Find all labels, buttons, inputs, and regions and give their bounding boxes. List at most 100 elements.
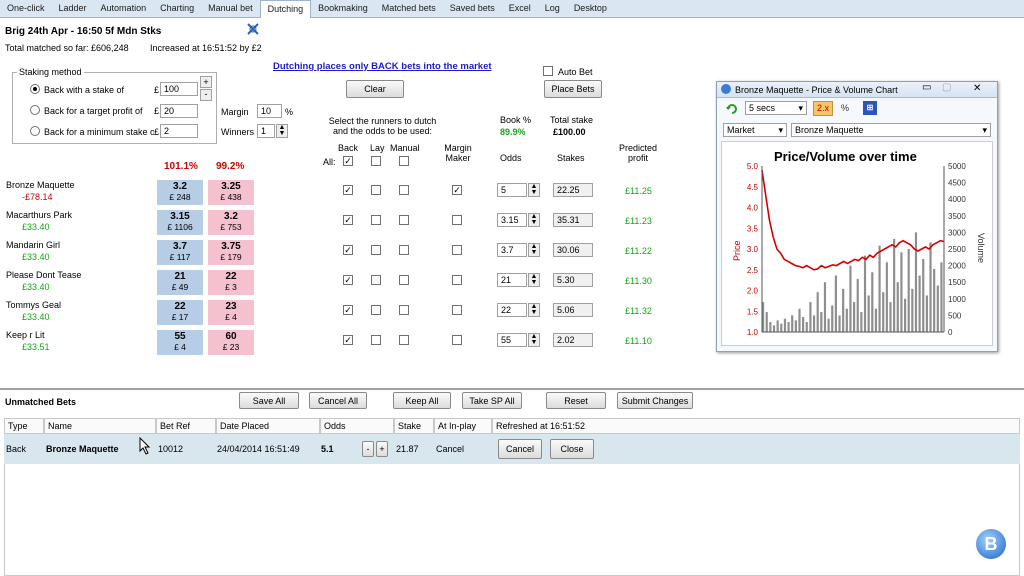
- minimize-icon[interactable]: ▭: [922, 82, 931, 93]
- clear-button[interactable]: Clear: [346, 80, 404, 98]
- stake-up-button[interactable]: +: [200, 76, 212, 88]
- winners-spinner[interactable]: ▲ ▼: [276, 124, 288, 138]
- min-stake-radio[interactable]: [30, 126, 40, 136]
- auto-bet-checkbox[interactable]: [543, 66, 553, 76]
- odds-decrement-button[interactable]: -: [362, 441, 374, 457]
- close-bet-button[interactable]: Close: [550, 439, 594, 459]
- runner-back-checkbox[interactable]: ✓: [343, 215, 353, 225]
- runner-lay-checkbox[interactable]: [371, 335, 381, 345]
- runner-name[interactable]: Please Dont Tease: [6, 270, 81, 280]
- margin-maker-checkbox[interactable]: [452, 335, 462, 345]
- back-price-cell[interactable]: 3.15 £ 1106: [157, 210, 203, 235]
- runner-manual-checkbox[interactable]: [399, 185, 409, 195]
- zoom-toggle[interactable]: 2.x: [813, 101, 833, 116]
- stake-down-button[interactable]: -: [200, 89, 212, 101]
- runner-back-checkbox[interactable]: ✓: [343, 245, 353, 255]
- table-row[interactable]: Back Bronze Maquette 10012 24/04/2014 16…: [4, 434, 1020, 464]
- min-stake-input[interactable]: 2: [160, 124, 198, 138]
- runner-back-checkbox[interactable]: ✓: [343, 335, 353, 345]
- margin-maker-checkbox[interactable]: [452, 275, 462, 285]
- odds-input[interactable]: 5: [497, 183, 527, 197]
- runner-name[interactable]: Keep r Lit: [6, 330, 45, 340]
- margin-maker-checkbox[interactable]: [452, 305, 462, 315]
- col-type[interactable]: Type: [4, 418, 44, 434]
- tab-matched-bets[interactable]: Matched bets: [375, 0, 443, 18]
- tab-charting[interactable]: Charting: [153, 0, 201, 18]
- lay-price-cell[interactable]: 3.2 £ 753: [208, 210, 254, 235]
- stake-radio[interactable]: [30, 84, 40, 94]
- dutching-notice[interactable]: Dutching places only BACK bets into the …: [273, 61, 492, 72]
- runner-back-checkbox[interactable]: ✓: [343, 305, 353, 315]
- lay-price-cell[interactable]: 60 £ 23: [208, 330, 254, 355]
- odds-spinner[interactable]: ▲ ▼: [528, 303, 540, 317]
- settings-icon[interactable]: ⊞: [863, 101, 877, 115]
- tab-manual-bet[interactable]: Manual bet: [201, 0, 260, 18]
- cancel-bet-button[interactable]: Cancel: [498, 439, 542, 459]
- lay-price-cell[interactable]: 3.25 £ 438: [208, 180, 254, 205]
- runner-back-checkbox[interactable]: ✓: [343, 185, 353, 195]
- runner-name[interactable]: Mandarin Girl: [6, 240, 60, 250]
- margin-input[interactable]: 10: [257, 104, 282, 118]
- reset-button[interactable]: Reset: [546, 392, 606, 409]
- runner-manual-checkbox[interactable]: [399, 335, 409, 345]
- tab-excel[interactable]: Excel: [502, 0, 538, 18]
- runner-name[interactable]: Bronze Maquette: [6, 180, 75, 190]
- tab-automation[interactable]: Automation: [94, 0, 154, 18]
- odds-increment-button[interactable]: +: [376, 441, 388, 457]
- runner-manual-checkbox[interactable]: [399, 245, 409, 255]
- target-profit-input[interactable]: 20: [160, 104, 198, 118]
- margin-maker-checkbox[interactable]: [452, 245, 462, 255]
- col-date-placed[interactable]: Date Placed: [216, 418, 320, 434]
- maximize-icon[interactable]: ▢: [942, 82, 951, 93]
- bet-inplay[interactable]: Cancel: [436, 444, 464, 454]
- tab-saved-bets[interactable]: Saved bets: [443, 0, 502, 18]
- odds-input[interactable]: 3.7: [497, 243, 527, 257]
- back-price-cell[interactable]: 3.7 £ 117: [157, 240, 203, 265]
- interval-select[interactable]: 5 secs ▾: [745, 101, 807, 115]
- col-bet-ref[interactable]: Bet Ref: [156, 418, 216, 434]
- close-icon[interactable]: ✕: [973, 83, 981, 94]
- market-select[interactable]: Market ▾: [723, 123, 787, 137]
- odds-spinner[interactable]: ▲ ▼: [528, 273, 540, 287]
- back-price-cell[interactable]: 21 £ 49: [157, 270, 203, 295]
- runner-lay-checkbox[interactable]: [371, 215, 381, 225]
- stake-input[interactable]: 100: [160, 82, 198, 96]
- tab-log[interactable]: Log: [538, 0, 567, 18]
- margin-maker-checkbox[interactable]: ✓: [452, 185, 462, 195]
- odds-input[interactable]: 3.15: [497, 213, 527, 227]
- odds-spinner[interactable]: ▲ ▼: [528, 333, 540, 347]
- lay-price-cell[interactable]: 3.75 £ 179: [208, 240, 254, 265]
- tab-dutching[interactable]: Dutching: [259, 0, 312, 18]
- winners-input[interactable]: 1: [257, 124, 275, 138]
- runner-lay-checkbox[interactable]: [371, 245, 381, 255]
- odds-spinner[interactable]: ▲ ▼: [528, 183, 540, 197]
- odds-spinner[interactable]: ▲ ▼: [528, 243, 540, 257]
- col-stake[interactable]: Stake: [394, 418, 434, 434]
- runner-select[interactable]: Bronze Maquette ▾: [791, 123, 991, 137]
- runner-manual-checkbox[interactable]: [399, 305, 409, 315]
- runner-lay-checkbox[interactable]: [371, 305, 381, 315]
- tab-one-click[interactable]: One-click: [0, 0, 52, 18]
- col-name[interactable]: Name: [44, 418, 156, 434]
- cancel-all-button[interactable]: Cancel All: [309, 392, 367, 409]
- col-at-inplay[interactable]: At In-play: [434, 418, 492, 434]
- lay-price-cell[interactable]: 22 £ 3: [208, 270, 254, 295]
- target-profit-radio[interactable]: [30, 105, 40, 115]
- all-lay-checkbox[interactable]: [371, 156, 381, 166]
- submit-changes-button[interactable]: Submit Changes: [617, 392, 693, 409]
- odds-spinner[interactable]: ▲ ▼: [528, 213, 540, 227]
- price-volume-chart-window[interactable]: Bronze Maquette - Price & Volume Chart ▭…: [716, 81, 998, 352]
- runner-name[interactable]: Tommys Geal: [6, 300, 61, 310]
- keep-all-button[interactable]: Keep All: [393, 392, 451, 409]
- odds-input[interactable]: 21: [497, 273, 527, 287]
- all-back-checkbox[interactable]: ✓: [343, 156, 353, 166]
- odds-input[interactable]: 22: [497, 303, 527, 317]
- runner-lay-checkbox[interactable]: [371, 275, 381, 285]
- tab-ladder[interactable]: Ladder: [52, 0, 94, 18]
- runner-back-checkbox[interactable]: ✓: [343, 275, 353, 285]
- odds-input[interactable]: 55: [497, 333, 527, 347]
- runner-manual-checkbox[interactable]: [399, 275, 409, 285]
- lay-price-cell[interactable]: 23 £ 4: [208, 300, 254, 325]
- col-odds[interactable]: Odds: [320, 418, 394, 434]
- runner-lay-checkbox[interactable]: [371, 185, 381, 195]
